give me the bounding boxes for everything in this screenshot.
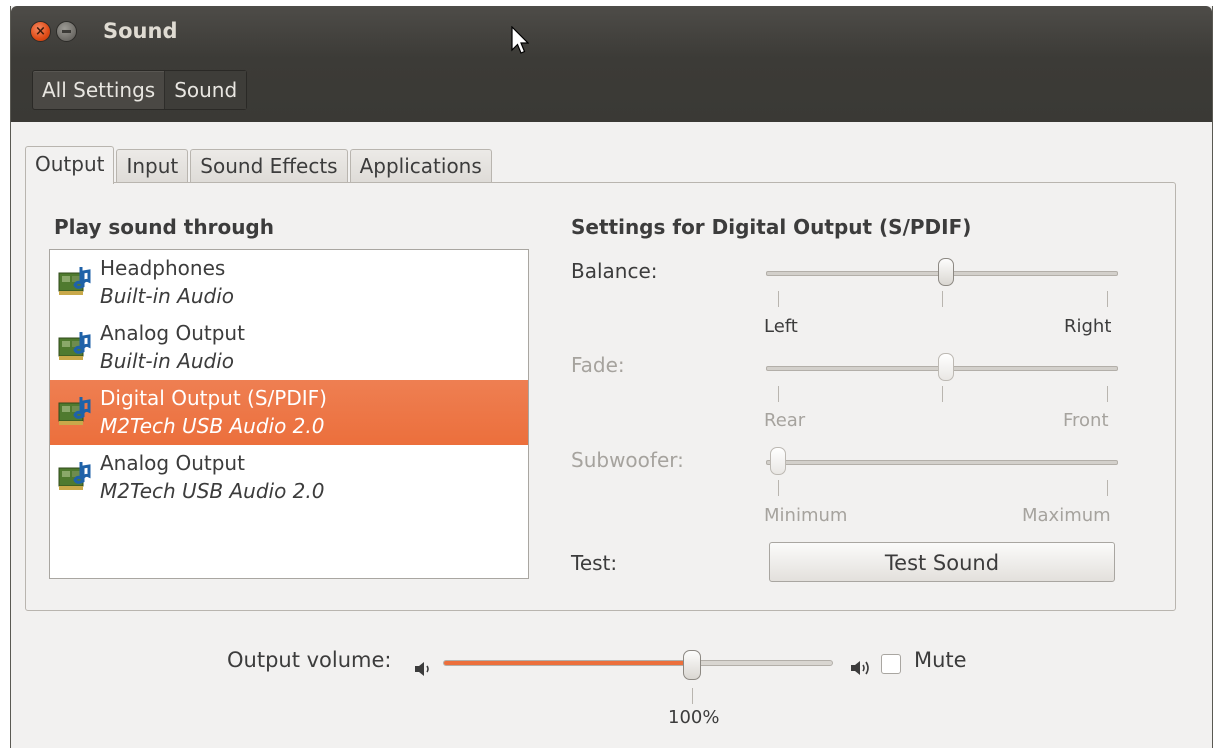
tick [778, 480, 779, 496]
device-name: Headphones [100, 256, 226, 280]
device-description: M2Tech USB Audio 2.0 [100, 414, 325, 438]
breadcrumb: All Settings Sound [32, 70, 248, 110]
balance-label: Balance: [571, 259, 658, 283]
speaker-high-icon [851, 661, 869, 675]
balance-slider-handle[interactable] [938, 258, 954, 286]
close-icon: × [35, 24, 46, 39]
breadcrumb-all-settings[interactable]: All Settings [33, 71, 164, 109]
subwoofer-maximum-label: Maximum [1022, 505, 1111, 526]
sound-card-icon [57, 328, 95, 368]
tick [942, 386, 943, 402]
subwoofer-slider-handle[interactable] [770, 447, 786, 475]
device-description: M2Tech USB Audio 2.0 [100, 479, 325, 503]
mute-checkbox[interactable] [881, 654, 901, 674]
output-volume-label: Output volume: [227, 648, 392, 672]
device-description: Built-in Audio [100, 349, 235, 373]
device-name: Digital Output (S/PDIF) [100, 386, 327, 410]
sound-card-icon [57, 458, 95, 498]
device-description: Built-in Audio [100, 284, 235, 308]
tab-input[interactable]: Input [116, 149, 189, 183]
balance-left-label: Left [764, 316, 798, 337]
minimize-window-button[interactable] [56, 21, 77, 42]
device-list[interactable]: Headphones Built-in Audio Analog Output … [49, 249, 529, 579]
subwoofer-label: Subwoofer: [571, 448, 684, 472]
tick [942, 291, 943, 307]
tick [1107, 480, 1108, 496]
fade-front-label: Front [1063, 410, 1109, 431]
list-item[interactable]: Analog Output M2Tech USB Audio 2.0 [50, 445, 528, 510]
sound-card-icon [57, 263, 95, 303]
tick [778, 386, 779, 402]
mouse-cursor-icon [511, 26, 529, 54]
tab-bar: Output Input Sound Effects Applications [25, 146, 494, 184]
subwoofer-slider-track [766, 460, 1118, 465]
fade-label: Fade: [571, 353, 625, 377]
list-item-selected[interactable]: Digital Output (S/PDIF) M2Tech USB Audio… [50, 380, 528, 445]
sound-card-icon [57, 393, 95, 433]
tab-applications[interactable]: Applications [349, 149, 492, 183]
breadcrumb-sound[interactable]: Sound [164, 71, 247, 109]
settings-heading: Settings for Digital Output (S/PDIF) [571, 215, 972, 239]
device-name: Analog Output [100, 321, 245, 345]
title-bar: × Sound All Settings Sound [11, 6, 1212, 122]
volume-100-tick [692, 688, 693, 704]
list-item[interactable]: Headphones Built-in Audio [50, 250, 528, 315]
output-volume-handle[interactable] [683, 650, 701, 680]
minimize-icon [62, 30, 71, 33]
device-name: Analog Output [100, 451, 245, 475]
window-title: Sound [103, 19, 178, 43]
close-window-button[interactable]: × [30, 21, 51, 42]
speaker-low-icon [415, 662, 429, 676]
mute-label: Mute [914, 648, 967, 672]
fade-slider-handle[interactable] [938, 353, 954, 381]
test-sound-button[interactable]: Test Sound [769, 542, 1115, 582]
balance-right-label: Right [1064, 316, 1112, 337]
test-label: Test: [571, 551, 618, 575]
output-panel: Play sound through Headphones Built-in A… [25, 182, 1176, 611]
subwoofer-minimum-label: Minimum [764, 505, 848, 526]
tick [1107, 291, 1108, 307]
volume-100-percent-label: 100% [668, 707, 720, 728]
tick [778, 291, 779, 307]
output-volume-slider[interactable] [443, 660, 833, 666]
play-sound-through-heading: Play sound through [54, 215, 274, 239]
tab-sound-effects[interactable]: Sound Effects [190, 149, 348, 183]
output-volume-fill [444, 661, 692, 665]
list-item[interactable]: Analog Output Built-in Audio [50, 315, 528, 380]
fade-rear-label: Rear [764, 410, 806, 431]
tick [1107, 386, 1108, 402]
tab-output[interactable]: Output [25, 146, 115, 184]
